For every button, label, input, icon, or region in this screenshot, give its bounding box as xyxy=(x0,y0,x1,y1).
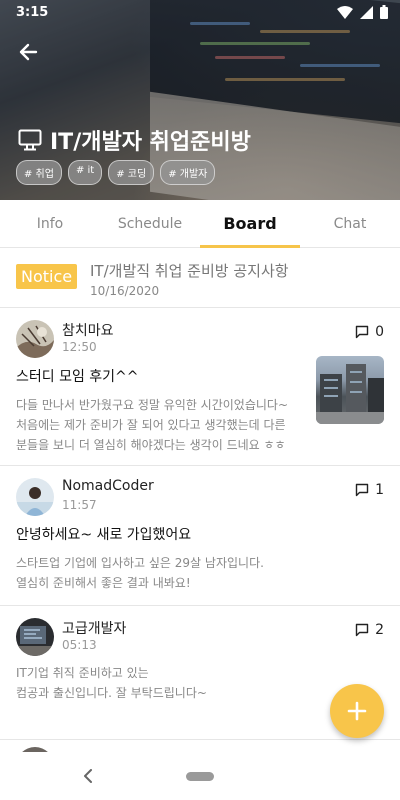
comment-icon xyxy=(355,483,369,497)
post-time: 11:57 xyxy=(62,498,97,512)
tag-chip[interactable]: # 취업 xyxy=(16,160,62,185)
tab-chat[interactable]: Chat xyxy=(300,200,400,247)
avatar xyxy=(16,320,54,358)
add-post-button[interactable] xyxy=(330,684,384,738)
notice-item[interactable]: Notice IT/개발직 취업 준비방 공지사항 10/16/2020 xyxy=(0,248,400,308)
notice-date: 10/16/2020 xyxy=(90,284,160,298)
arrow-left-icon xyxy=(19,43,38,61)
comment-count: 2 xyxy=(355,622,384,638)
post-body: 스타트업 기업에 입사하고 싶은 29살 남자입니다. 열심히 준비해서 좋은 … xyxy=(16,553,376,593)
notice-badge: Notice xyxy=(16,264,78,289)
post-body: 다들 만나서 반가웠구요 정말 유익한 시간이었습니다~ 처음에는 제가 준비가… xyxy=(16,395,301,455)
post-body-line: 컴공과 출신입니다. 잘 부탁드립니다~ xyxy=(16,686,207,700)
status-icons xyxy=(337,5,388,19)
home-pill[interactable] xyxy=(186,772,214,781)
comment-count: 1 xyxy=(355,482,384,498)
notice-title: IT/개발직 취업 준비방 공지사항 xyxy=(90,262,289,280)
comment-icon xyxy=(355,623,369,637)
comment-icon xyxy=(355,325,369,339)
plus-icon xyxy=(347,701,367,721)
room-header: 3:15 IT/개발자 취업준비방 # 취업 # it # 코딩 # 개발자 xyxy=(0,0,400,200)
comment-count: 0 xyxy=(355,324,384,340)
comment-count-value: 2 xyxy=(375,622,384,638)
post-body-line: 분들을 보니 더 열심히 해야겠다는 생각이 드네요 ㅎㅎ xyxy=(16,438,286,452)
post-author: 참치마요 xyxy=(62,323,114,339)
post-time: 12:50 xyxy=(62,340,97,354)
tab-info[interactable]: Info xyxy=(0,200,100,247)
monitor-icon xyxy=(18,129,42,151)
avatar xyxy=(16,618,54,656)
tab-schedule[interactable]: Schedule xyxy=(100,200,200,247)
room-tags: # 취업 # it # 코딩 # 개발자 xyxy=(16,160,216,185)
room-title: IT/개발자 취업준비방 xyxy=(18,124,251,156)
avatar xyxy=(16,478,54,516)
chevron-left-icon xyxy=(84,769,92,783)
post-thumbnail xyxy=(316,356,384,424)
comment-count-value: 1 xyxy=(375,482,384,498)
post-item-partial[interactable] xyxy=(0,741,400,752)
post-author: NomadCoder xyxy=(62,478,154,494)
status-time: 3:15 xyxy=(16,4,49,20)
post-body-line: IT기업 취직 준비하고 있는 xyxy=(16,666,149,680)
post-body-line: 열심히 준비해서 좋은 결과 내봐요! xyxy=(16,576,191,590)
post-item[interactable]: NomadCoder 11:57 1 안녕하세요~ 새로 가입했어요 스타트업 … xyxy=(0,466,400,606)
signal-icon xyxy=(360,5,373,19)
battery-icon xyxy=(380,5,388,19)
post-body-line: 스타트업 기업에 입사하고 싶은 29살 남자입니다. xyxy=(16,556,264,570)
post-body-line: 처음에는 제가 준비가 잘 되어 있다고 생각했는데 다른 xyxy=(16,418,286,432)
post-title: 안녕하세요~ 새로 가입했어요 xyxy=(16,527,192,543)
post-item[interactable]: 참치마요 12:50 0 스터디 모임 후기^^ 다들 만나서 반가웠구요 정말… xyxy=(0,308,400,466)
comment-count-value: 0 xyxy=(375,324,384,340)
post-author: 고급개발자 xyxy=(62,621,127,637)
tag-chip[interactable]: # it xyxy=(67,160,103,185)
post-title: 스터디 모임 후기^^ xyxy=(16,369,139,385)
tag-chip[interactable]: # 코딩 xyxy=(108,160,155,185)
post-time: 05:13 xyxy=(62,638,97,652)
post-body: IT기업 취직 준비하고 있는 컴공과 출신입니다. 잘 부탁드립니다~ xyxy=(16,663,316,703)
wifi-icon xyxy=(337,5,353,19)
post-body-line: 다들 만나서 반가웠구요 정말 유익한 시간이었습니다~ xyxy=(16,398,289,412)
tab-board[interactable]: Board xyxy=(200,200,300,248)
room-title-text: IT/개발자 취업준비방 xyxy=(50,130,251,155)
back-button[interactable] xyxy=(14,38,42,66)
status-bar: 3:15 xyxy=(0,0,400,24)
nav-back-button[interactable] xyxy=(78,766,98,786)
system-nav-bar xyxy=(0,752,400,800)
tag-chip[interactable]: # 개발자 xyxy=(160,160,216,185)
tab-bar: Info Schedule Board Chat xyxy=(0,200,400,248)
